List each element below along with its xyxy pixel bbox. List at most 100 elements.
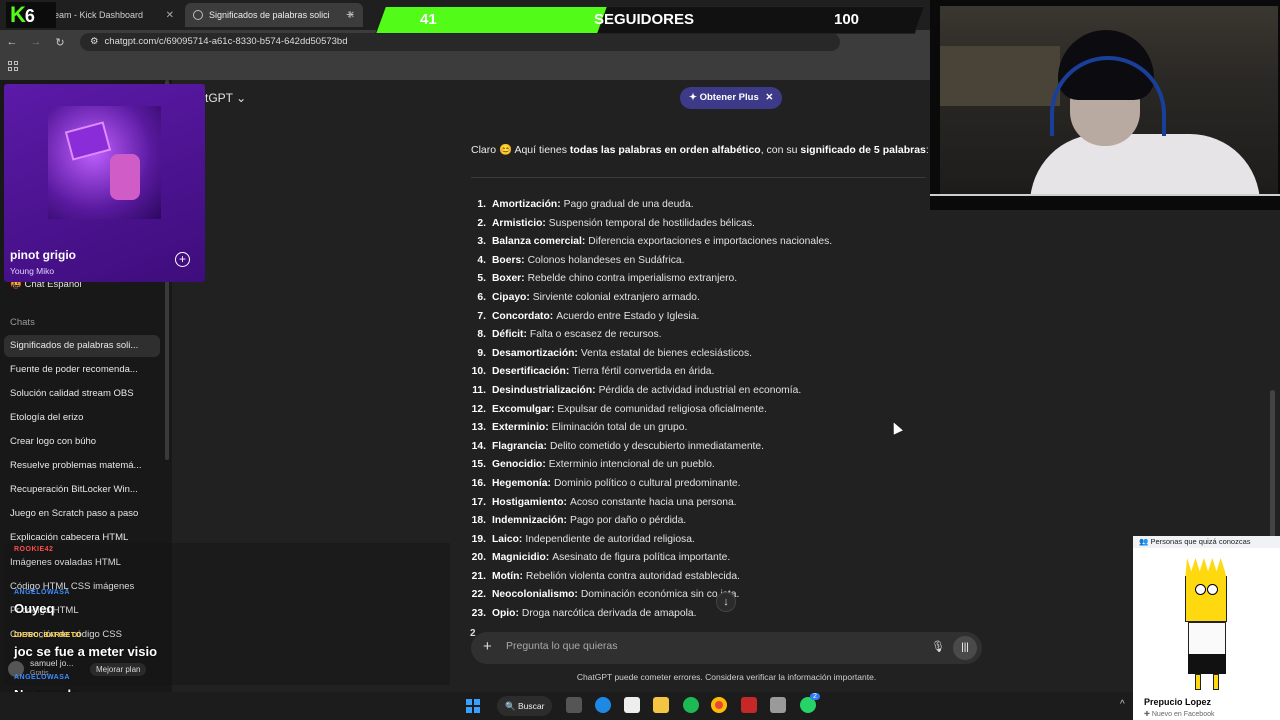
- close-icon[interactable]: ✕: [765, 92, 773, 103]
- attach-plus-icon[interactable]: +: [483, 638, 492, 655]
- plus-icon: ✚: [1144, 711, 1150, 718]
- term-word: Excomulgar:: [492, 403, 555, 415]
- url-field[interactable]: ⚙ chatgpt.com/c/69095714-a61c-8330-b574-6…: [80, 33, 840, 51]
- term-definition: Droga narcótica derivada de amapola.: [521, 608, 697, 620]
- sidebar-chat-item[interactable]: Significados de palabras soli...: [4, 335, 160, 357]
- term-word: Balanza comercial:: [492, 236, 586, 248]
- term-definition: Tierra fértil convertida en árida.: [572, 366, 715, 378]
- forward-icon[interactable]: →: [24, 36, 48, 48]
- taskbar-search[interactable]: 🔍 Buscar: [497, 696, 553, 716]
- user-name: samuel jo...: [30, 658, 74, 668]
- term-definition: Venta estatal de bienes eclesiásticos.: [580, 347, 752, 359]
- term-definition: Rebelión violenta contra autoridad estab…: [525, 570, 740, 582]
- add-song-icon[interactable]: +: [175, 252, 190, 267]
- webcam-feed: [940, 6, 1278, 194]
- term-definition: Asesinato de figura política importante.: [552, 552, 731, 564]
- app-icon[interactable]: [770, 697, 786, 713]
- term-item: 17. Hostigamiento: Acoso constante hacia u…: [466, 497, 926, 516]
- sidebar-chat-item[interactable]: Resuelve problemas matemá...: [4, 455, 160, 477]
- upgrade-plan-button[interactable]: Mejorar plan: [90, 663, 147, 676]
- tab-chatgpt[interactable]: Significados de palabras solicita ✕: [185, 3, 363, 27]
- suggested-person-subtitle-text: Nuevo en Facebook: [1151, 711, 1215, 718]
- apps-grid-icon[interactable]: [8, 61, 18, 71]
- term-word: Hostigamiento:: [492, 496, 567, 508]
- term-number: 1.: [477, 199, 486, 210]
- task-view-icon[interactable]: [566, 697, 582, 713]
- store-icon[interactable]: [624, 697, 640, 713]
- microphone-icon[interactable]: 🎙: [931, 640, 945, 653]
- term-definition: Expulsar de comunidad religiosa oficialm…: [557, 403, 767, 415]
- whatsapp-badge: 2: [810, 693, 820, 700]
- term-item: 12. Excomulgar: Expulsar de comunidad reli…: [466, 404, 926, 423]
- term-item: 1. Amortización: Pago gradual de una deuda…: [466, 199, 926, 218]
- kick-logo: K6: [6, 2, 56, 28]
- new-tab-icon[interactable]: +: [346, 6, 354, 22]
- edge-icon[interactable]: [595, 697, 611, 713]
- term-number: 7.: [477, 310, 486, 322]
- get-plus-button[interactable]: ✦ Obtener Plus ✕: [680, 87, 783, 109]
- screen: eam - Kick Dashboard ✕ Significados de p…: [0, 0, 1280, 720]
- terms-list: 1. Amortización: Pago gradual de una deuda…: [466, 199, 926, 627]
- term-number: 23.: [471, 608, 486, 620]
- windows-start-icon[interactable]: [466, 699, 480, 713]
- term-definition: Delito cometido y descubierto inmediatam…: [549, 440, 764, 452]
- sidebar-chat-item[interactable]: Solución calidad stream OBS: [4, 383, 160, 405]
- tab-label: eam - Kick Dashboard: [54, 10, 144, 20]
- sidebar-chat-item[interactable]: Fuente de poder recomenda...: [4, 359, 160, 381]
- term-word: Laico:: [492, 533, 523, 545]
- term-number: 18.: [471, 515, 486, 527]
- term-item: 13. Exterminio: Eliminación total de un gr…: [466, 422, 926, 441]
- term-number: 8.: [477, 329, 486, 341]
- chrome-icon[interactable]: [711, 697, 727, 713]
- app-icon[interactable]: [741, 697, 757, 713]
- term-definition: Diferencia exportaciones e importaciones…: [588, 236, 833, 248]
- term-word: Opio:: [492, 608, 519, 620]
- sidebar-item-label[interactable]: Imágenes ovaladas HTML: [10, 557, 121, 568]
- follower-goal: 100: [834, 11, 860, 28]
- term-item: 9. Desamortización: Venta estatal de biene…: [466, 348, 926, 367]
- url-text: chatgpt.com/c/69095714-a61c-8330-b574-64…: [104, 36, 348, 47]
- term-definition: Rebelde chino contra imperialismo extran…: [527, 273, 738, 285]
- term-number: 4.: [477, 254, 486, 266]
- tray-chevron-icon[interactable]: ^: [1120, 699, 1125, 710]
- scroll-down-button[interactable]: ↓: [716, 592, 736, 612]
- chat-username: ANGELOWASA: [14, 674, 70, 681]
- term-definition: Falta o escasez de recursos.: [529, 329, 662, 341]
- intro-bold: significado de 5 palabras: [800, 144, 926, 156]
- close-icon[interactable]: ✕: [166, 10, 174, 21]
- back-icon[interactable]: ←: [0, 36, 24, 48]
- suggested-person-name[interactable]: Prepucio Lopez: [1144, 697, 1211, 707]
- term-item: 8. Déficit: Falta o escasez de recursos.: [466, 329, 926, 348]
- term-item: 18. Indemnización: Pago por daño o pérdida…: [466, 515, 926, 534]
- intro-text: Aquí tienes: [514, 144, 567, 156]
- main-scrollbar[interactable]: [1270, 390, 1275, 540]
- chat-username: DIEGO_BARRETO: [14, 632, 82, 639]
- term-definition: Dominio político o cultural predominante…: [553, 477, 741, 489]
- file-explorer-icon[interactable]: [653, 697, 669, 713]
- reload-icon[interactable]: ↻: [48, 36, 72, 49]
- spotify-now-playing: pinot grigio Young Miko +: [4, 84, 205, 282]
- sidebar-chat-item[interactable]: Etología del erizo: [4, 407, 160, 429]
- term-number: 19.: [471, 533, 486, 545]
- sidebar-chat-item[interactable]: Juego en Scratch paso a paso: [4, 503, 160, 525]
- sidebar-chat-item[interactable]: Crear logo con búho: [4, 431, 160, 453]
- term-word: Motín:: [492, 570, 523, 582]
- chat-username: ROOKIE42: [14, 546, 54, 553]
- voice-mode-icon[interactable]: |||: [953, 636, 977, 660]
- site-info-icon[interactable]: ⚙: [90, 36, 99, 47]
- term-definition: Independiente de autoridad religiosa.: [525, 533, 695, 545]
- sidebar-chat-item[interactable]: Recuperación BitLocker Win...: [4, 479, 160, 501]
- spotify-icon[interactable]: [683, 697, 699, 713]
- model-selector[interactable]: tGPT ⌄: [205, 91, 246, 105]
- kick-logo-number: 6: [24, 6, 35, 26]
- prompt-input[interactable]: Pregunta lo que quieras: [506, 640, 618, 652]
- term-definition: Acoso constante hacia una persona.: [569, 496, 737, 508]
- assistant-intro: Claro 😊 Aquí tienes todas las palabras e…: [471, 143, 929, 156]
- intro-bold: todas las palabras en orden alfabético: [569, 144, 761, 156]
- term-number: 6.: [477, 291, 486, 303]
- term-item: 21. Motín: Rebelión violenta contra autori…: [466, 571, 926, 590]
- term-item: 7. Concordato: Acuerdo entre Estado y Igle…: [466, 311, 926, 330]
- term-word: Déficit:: [492, 329, 527, 341]
- term-word: Neocolonialismo:: [492, 589, 578, 601]
- term-item: 16. Hegemonía: Dominio político o cultural…: [466, 478, 926, 497]
